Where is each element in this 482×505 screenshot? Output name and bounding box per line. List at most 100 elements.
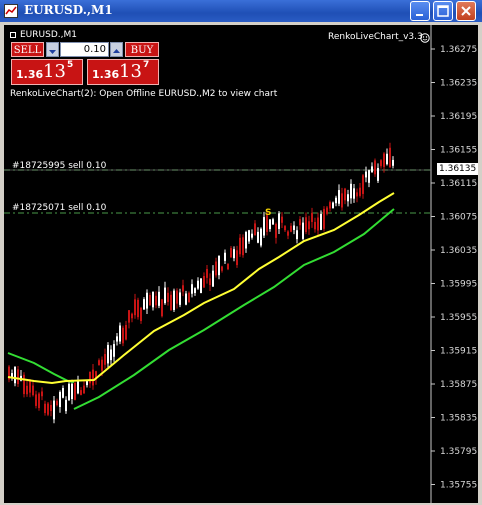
moving-averages [7,192,395,410]
candle-body [230,248,232,258]
candle-body [164,287,166,304]
minimize-button[interactable] [410,1,430,21]
buy-quote-sup: 7 [143,60,150,70]
candle-body [44,403,46,413]
chart-symbol: EURUSD.,M1 [10,30,77,40]
candle-body [314,221,316,230]
candle-body [74,382,76,400]
candle-body [173,290,175,310]
candle-body [167,292,169,302]
candle-body [233,249,235,259]
title-bar[interactable]: EURUSD.,M1 [0,0,482,22]
buy-button[interactable]: BUY [125,42,159,57]
candle-body [368,170,370,183]
candle-body [47,403,49,415]
price-tick-label: 1.35795 [440,447,477,457]
price-tick-label: 1.36195 [440,112,477,122]
candle-body [101,359,103,371]
candle-body [362,175,364,194]
chart-window-icon [10,31,16,38]
candle-body [194,288,196,293]
candle-body [98,360,100,366]
lot-size-input[interactable] [60,42,109,57]
candle-body [200,278,202,294]
candle-body [257,231,259,243]
candle-body [308,221,310,230]
candle-body [29,379,31,393]
candle-body [182,285,184,292]
candle-body [350,183,352,199]
candle-body [287,231,289,236]
chart-window-icon [4,4,18,18]
close-button[interactable] [456,1,476,21]
candle-body [128,310,130,323]
chevron-up-icon [113,49,120,53]
candle-body [203,276,205,288]
price-tick-label: 1.35835 [440,414,477,424]
candle-body [299,219,301,226]
candle-body [62,388,64,398]
candle-body [311,212,313,222]
maximize-button[interactable] [433,1,453,21]
sell-quote[interactable]: 1.36 13 5 [11,59,83,85]
price-tick-label: 1.35755 [440,481,477,491]
sell-quote-base: 1.36 [16,68,44,81]
candle-body [209,278,211,286]
candle-body [188,292,190,303]
candle-body [56,400,58,406]
price-tick-label: 1.35875 [440,380,477,390]
candle-body [197,280,199,289]
candle-body [53,400,55,420]
price-tick-label: 1.36275 [440,45,477,55]
candle-body [329,202,331,209]
candle-body [14,366,16,384]
candle-body [275,223,277,238]
candle-body [158,291,160,306]
candle-body [110,349,112,361]
candle-body [68,383,70,401]
candle-body [77,380,79,394]
candle-body [242,237,244,256]
sell-button[interactable]: SELL [11,42,44,57]
candle-body [353,188,355,199]
candle-body [185,293,187,305]
candle-body [224,252,226,261]
candle-body [284,226,286,231]
candle-body [50,404,52,412]
candle-body [323,208,325,229]
candle-body [146,292,148,309]
price-tick-label: 1.36075 [440,213,477,223]
candle-body [161,299,163,317]
candle-body [17,369,19,385]
candle-body [281,216,283,223]
smiley-icon [420,33,430,43]
candle-body [35,394,37,406]
candle-body [347,194,349,202]
candle-body [278,213,280,229]
candle-body [65,399,67,412]
chart-symbol-label: EURUSD.,M1 [20,30,77,40]
candle-body [155,295,157,306]
buy-quote-base: 1.36 [92,68,120,81]
price-tick-label: 1.35995 [440,280,477,290]
candle-body [392,159,394,166]
order-label[interactable]: #18725995 sell 0.10 [12,161,106,171]
chart-area[interactable]: 1.36275 1.36235 1.36195 1.36155 1.36115 1.360… [4,25,478,503]
candle-body [89,371,91,384]
candle-body [26,385,28,395]
candle-body [215,261,217,276]
order-label[interactable]: #18725071 sell 0.10 [12,203,106,213]
candle-body [293,225,295,230]
candle-body [206,268,208,278]
candle-body [269,219,271,230]
candle-body [71,383,73,400]
window-title: EURUSD.,M1 [24,3,113,17]
lot-decrease-button[interactable] [46,42,59,57]
indicator-label: RenkoLiveChart_v3.3 [328,32,423,42]
candle-body [218,255,220,276]
minimize-icon [416,14,423,16]
lot-increase-button[interactable] [110,42,123,57]
candle-body [302,222,304,239]
buy-quote[interactable]: 1.36 13 7 [87,59,159,85]
candle-body [254,223,256,236]
